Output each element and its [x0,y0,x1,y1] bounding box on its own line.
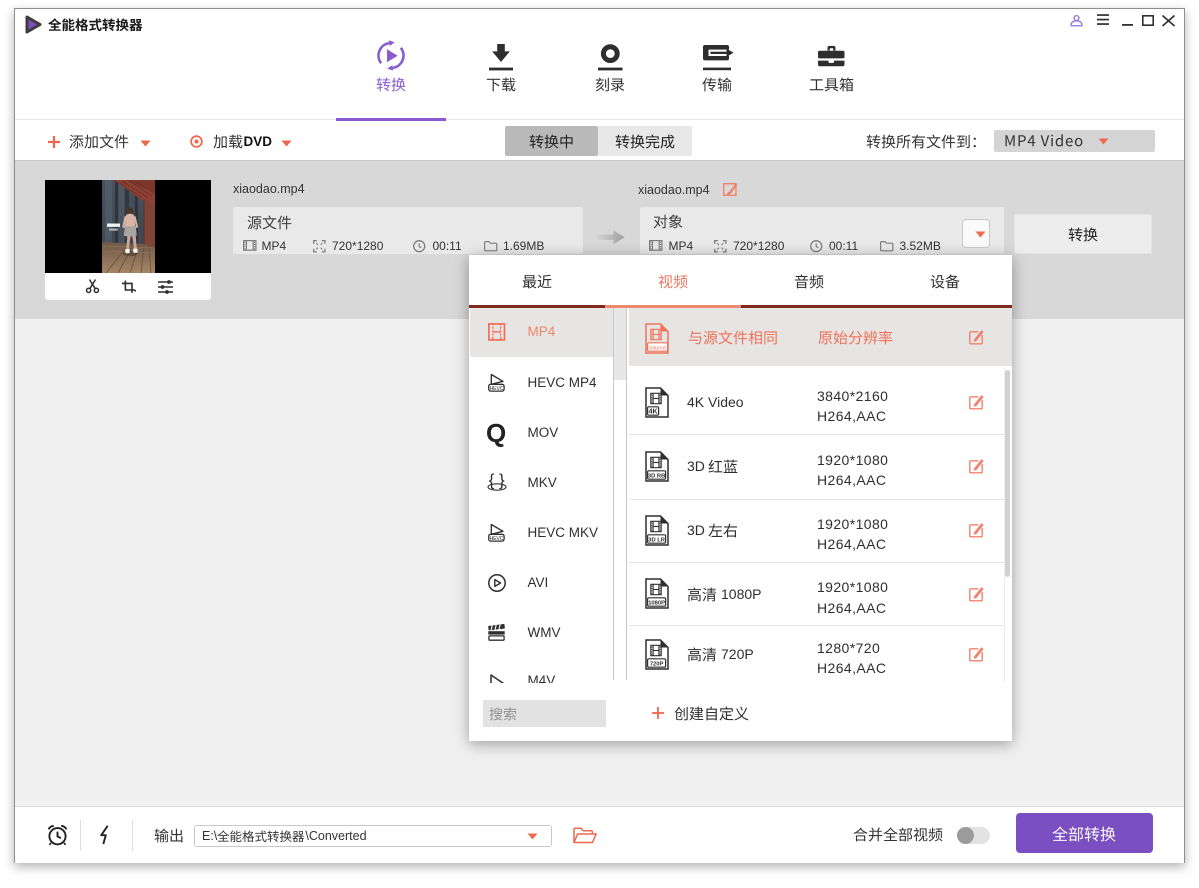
svg-text:1080P: 1080P [648,600,665,606]
svg-text:source: source [649,345,666,351]
svg-text:720P: 720P [650,661,664,667]
svg-text:4K: 4K [649,408,658,415]
svg-text:{}: {} [489,471,509,490]
svg-text:HEVC: HEVC [490,536,504,542]
svg-text:3D RB: 3D RB [648,473,665,479]
svg-text:3D LR: 3D LR [648,537,666,543]
svg-text:HEVC: HEVC [490,386,504,392]
